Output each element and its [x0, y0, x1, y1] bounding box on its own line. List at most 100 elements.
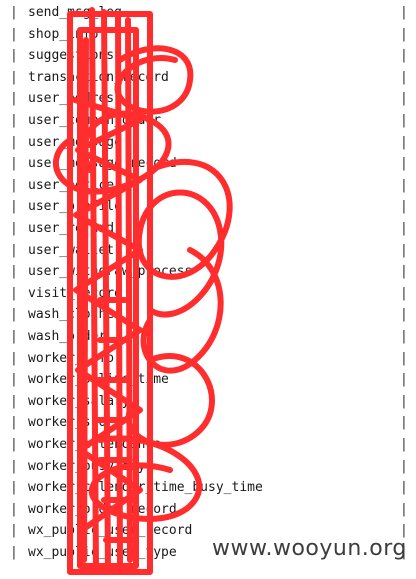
table-name-cell: suggestions — [28, 48, 115, 64]
column-separator: | — [400, 285, 408, 301]
table-name-cell: wash_clothes — [28, 307, 122, 323]
table-name-cell: user_refund — [28, 221, 115, 236]
column-separator: | — [400, 329, 408, 344]
table-name-cell: worker_score — [28, 415, 122, 431]
column-separator: | — [10, 221, 18, 236]
table-row: | worker_online_time | — [0, 369, 416, 390]
table-row: | user_profile | — [0, 196, 416, 217]
table-name-cell: worker_calendar_time_busy_time — [28, 480, 263, 496]
table-name-cell: send_msg_log — [28, 5, 122, 20]
column-separator: | — [10, 91, 18, 107]
table-row: | worker_salary | — [0, 391, 416, 412]
column-separator: | — [10, 177, 18, 193]
column-separator: | — [10, 242, 18, 258]
table-name-cell: worker_info — [28, 350, 115, 366]
column-separator: | — [10, 113, 18, 128]
column-separator: | — [10, 156, 18, 172]
column-separator: | — [10, 480, 18, 496]
table-name-cell: transaction_record — [28, 69, 169, 85]
column-separator: | — [10, 199, 18, 215]
table-name-cell: user_message_record — [28, 156, 177, 172]
column-separator: | — [400, 91, 408, 107]
table-row: | worker_info | — [0, 348, 416, 369]
column-separator: | — [400, 372, 408, 388]
table-row: | user_message_record | — [0, 153, 416, 174]
table-name-cell: user_wallet — [28, 242, 115, 258]
column-separator: | — [400, 177, 408, 193]
column-separator: | — [400, 242, 408, 258]
column-separator: | — [10, 458, 18, 474]
column-separator: | — [400, 156, 408, 172]
table-row: | worker_attendance | — [0, 434, 416, 455]
column-separator: | — [10, 134, 18, 150]
table-row: | user_withdraw_process | — [0, 261, 416, 282]
column-separator: | — [400, 307, 408, 323]
column-separator: | — [400, 458, 408, 474]
column-separator: | — [10, 329, 18, 344]
column-separator: | — [400, 221, 408, 236]
column-separator: | — [400, 48, 408, 64]
column-separator: | — [400, 199, 408, 215]
column-separator: | — [400, 393, 408, 409]
table-name-cell: user_profile — [28, 199, 122, 215]
table-row: | suggestions | — [0, 45, 416, 66]
column-separator: | — [10, 307, 18, 323]
table-row: | user_address | — [0, 88, 416, 109]
table-name-cell: user_address — [28, 91, 122, 107]
column-separator: | — [400, 415, 408, 431]
table-row: | worker_calendar_time_busy_time | — [0, 477, 416, 498]
column-separator: | — [400, 26, 408, 42]
column-separator: | — [10, 69, 18, 85]
column-separator: | — [10, 393, 18, 409]
table-name-cell: user_coupon_order — [28, 113, 162, 128]
table-row: | user_coupon_order | — [0, 110, 416, 131]
table-row: | user_refund | — [0, 218, 416, 239]
column-separator: | — [10, 285, 18, 301]
table-name-cell: wash_order — [28, 329, 107, 344]
table-row: | worker_busy_day | — [0, 456, 416, 477]
column-separator: | — [10, 350, 18, 366]
column-separator: | — [10, 501, 18, 517]
column-separator: | — [400, 264, 408, 280]
column-separator: | — [400, 134, 408, 150]
column-separator: | — [10, 523, 18, 539]
watermark: www.wooyun.org — [212, 536, 407, 561]
table-row: | user_notice | — [0, 175, 416, 196]
column-separator: | — [400, 350, 408, 366]
column-separator: | — [400, 480, 408, 496]
table-row: | transaction_record | — [0, 67, 416, 88]
column-separator: | — [400, 501, 408, 517]
column-separator: | — [400, 69, 408, 85]
table-name-cell: visit_record — [28, 285, 122, 301]
table-name-cell: worker_order_record — [28, 501, 177, 517]
column-separator: | — [10, 437, 18, 452]
table-name-cell: user_withdraw_process — [28, 264, 193, 280]
table-row: | send_msg_log | — [0, 2, 416, 23]
column-separator: | — [400, 437, 408, 452]
table-name-cell: wx_public_user_type — [28, 545, 177, 560]
table-row: | wash_order | — [0, 326, 416, 347]
table-row: | user_wallet | — [0, 240, 416, 261]
column-separator: | — [400, 5, 408, 20]
column-separator: | — [10, 5, 18, 20]
table-row: | visit_record | — [0, 283, 416, 304]
column-separator: | — [10, 545, 18, 560]
column-separator: | — [400, 113, 408, 128]
table-row: | worker_order_record | — [0, 499, 416, 520]
column-separator: | — [10, 264, 18, 280]
table-row: | worker_score | — [0, 412, 416, 433]
table-name-cell: worker_busy_day — [28, 458, 146, 474]
column-separator: | — [10, 48, 18, 64]
table-name-cell: worker_attendance — [28, 437, 162, 452]
table-name-cell: shop_info — [28, 26, 99, 42]
column-separator: | — [10, 415, 18, 431]
table-name-cell: user_message — [28, 134, 122, 150]
table-name-cell: worker_online_time — [28, 372, 169, 388]
table-name-cell: worker_salary — [28, 393, 130, 409]
table-row: | wash_clothes | — [0, 304, 416, 325]
column-separator: | — [10, 26, 18, 42]
table-row: | user_message | — [0, 132, 416, 153]
table-name-cell: user_notice — [28, 177, 115, 193]
query-result-table: | send_msg_log | | shop_info | | suggestions | | t… — [0, 0, 416, 579]
table-row: | shop_info | — [0, 24, 416, 45]
